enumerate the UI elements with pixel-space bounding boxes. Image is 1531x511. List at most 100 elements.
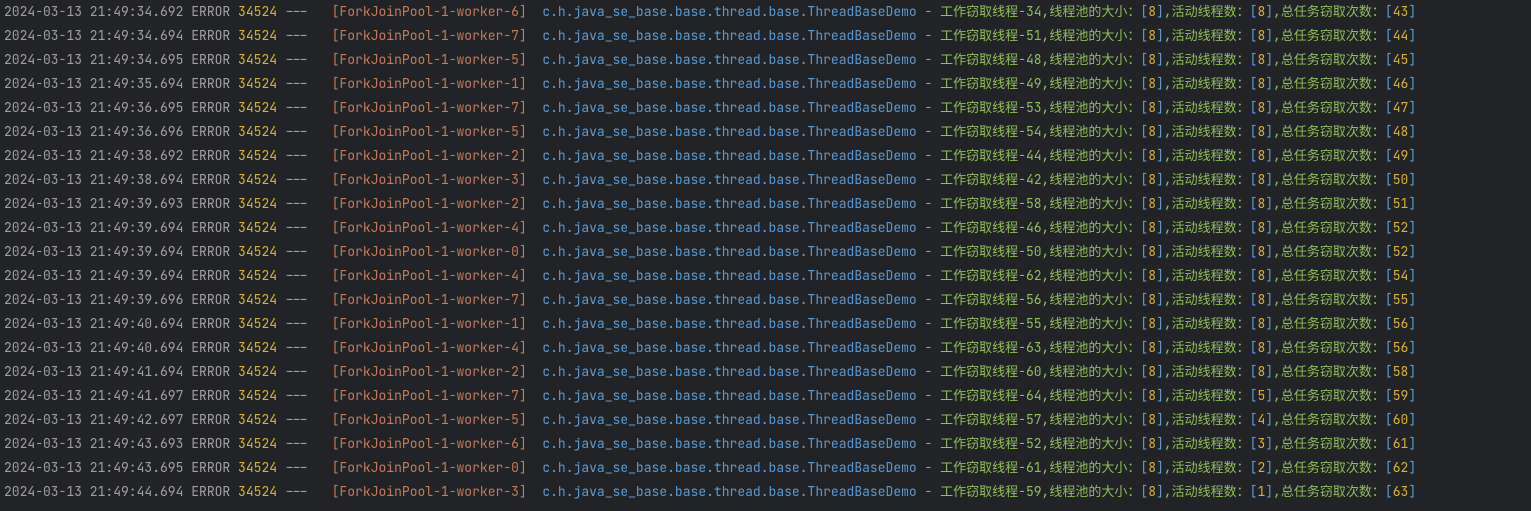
comma: , [1273,99,1281,116]
process-id: 34524 [238,195,277,212]
separator-dashes: --- [285,291,308,308]
bracket-close: ] [1408,411,1416,428]
spacer [230,195,238,212]
bracket-close: ] [1156,243,1164,260]
comma: , [1164,195,1172,212]
spacer [308,315,331,332]
bracket-close: ] [1156,99,1164,116]
spacer [932,195,940,212]
separator-dashes: --- [285,363,308,380]
spacer [277,363,285,380]
spacer [277,339,285,356]
bracket-open: [ [1385,435,1393,452]
bracket-close: ] [1408,267,1416,284]
separator-dashes: --- [285,147,308,164]
process-id: 34524 [238,75,277,92]
comma: , [1273,51,1281,68]
spacer [308,267,331,284]
spacer [527,195,543,212]
comma: , [1273,3,1281,20]
thread-name: [ForkJoinPool-1-worker-4] [332,267,527,284]
bracket-close: ] [1408,123,1416,140]
separator-dashes: --- [285,171,308,188]
spacer [932,3,940,20]
separator-dashes: --- [285,267,308,284]
bracket-close: ] [1156,27,1164,44]
spacer [917,195,925,212]
bracket-close: ] [1156,387,1164,404]
thread-name: [ForkJoinPool-1-worker-5] [332,123,527,140]
spacer [932,387,940,404]
bracket-close: ] [1156,315,1164,332]
spacer [932,123,940,140]
steal-count-label: 总任务窃取次数： [1281,27,1385,44]
msg-thread-prefix: 工作窃取线程-64, [940,387,1049,404]
steal-count-label: 总任务窃取次数： [1281,195,1385,212]
log-level: ERROR [191,51,230,68]
comma: , [1164,3,1172,20]
bracket-open: [ [1385,3,1393,20]
spacer [932,339,940,356]
msg-thread-prefix: 工作窃取线程-61, [940,459,1049,476]
bracket-open: [ [1385,387,1393,404]
process-id: 34524 [238,435,277,452]
bracket-close: ] [1156,219,1164,236]
log-line: 2024-03-13 21:49:39.694 ERROR 34524 --- … [4,240,1527,264]
separator-dashes: --- [285,483,308,500]
timestamp: 2024-03-13 21:49:39.694 [4,267,183,284]
timestamp: 2024-03-13 21:49:36.696 [4,123,183,140]
steal-count-label: 总任务窃取次数： [1281,123,1385,140]
thread-name: [ForkJoinPool-1-worker-5] [332,411,527,428]
active-threads-label: 活动线程数： [1172,99,1250,116]
spacer [932,483,940,500]
thread-name: [ForkJoinPool-1-worker-2] [332,195,527,212]
bracket-close: ] [1408,27,1416,44]
active-threads-label: 活动线程数： [1172,195,1250,212]
steal-count-value: 62 [1393,459,1409,476]
bracket-open: [ [1385,483,1393,500]
pool-size-label: 线程池的大小： [1049,171,1140,188]
pool-size-value: 8 [1148,363,1156,380]
spacer [917,243,925,260]
log-level: ERROR [191,99,230,116]
bracket-close: ] [1265,171,1273,188]
msg-thread-prefix: 工作窃取线程-42, [940,171,1049,188]
active-threads-label: 活动线程数： [1172,339,1250,356]
separator-dashes: --- [285,315,308,332]
comma: , [1273,315,1281,332]
spacer [230,51,238,68]
bracket-close: ] [1156,171,1164,188]
logger-class: c.h.java_se_base.base.thread.base.Thread… [542,219,916,236]
separator-dashes: --- [285,99,308,116]
bracket-close: ] [1156,195,1164,212]
bracket-open: [ [1385,291,1393,308]
bracket-close: ] [1265,459,1273,476]
spacer [527,27,543,44]
msg-thread-prefix: 工作窃取线程-60, [940,363,1049,380]
pool-size-label: 线程池的大小： [1049,363,1140,380]
spacer [527,435,543,452]
log-level: ERROR [191,3,230,20]
thread-name: [ForkJoinPool-1-worker-7] [332,291,527,308]
spacer [308,243,331,260]
logger-class: c.h.java_se_base.base.thread.base.Thread… [542,483,916,500]
spacer [308,339,331,356]
comma: , [1164,387,1172,404]
steal-count-label: 总任务窃取次数： [1281,411,1385,428]
spacer [527,315,543,332]
msg-thread-prefix: 工作窃取线程-50, [940,243,1049,260]
bracket-close: ] [1265,267,1273,284]
log-line: 2024-03-13 21:49:38.694 ERROR 34524 --- … [4,168,1527,192]
bracket-close: ] [1265,339,1273,356]
msg-thread-prefix: 工作窃取线程-51, [940,27,1049,44]
spacer [230,219,238,236]
bracket-open: [ [1385,459,1393,476]
msg-thread-prefix: 工作窃取线程-34, [940,3,1049,20]
log-line: 2024-03-13 21:49:39.694 ERROR 34524 --- … [4,216,1527,240]
thread-name: [ForkJoinPool-1-worker-7] [332,387,527,404]
spacer [932,243,940,260]
timestamp: 2024-03-13 21:49:43.693 [4,435,183,452]
bracket-close: ] [1408,315,1416,332]
steal-count-value: 52 [1393,243,1409,260]
timestamp: 2024-03-13 21:49:34.694 [4,27,183,44]
